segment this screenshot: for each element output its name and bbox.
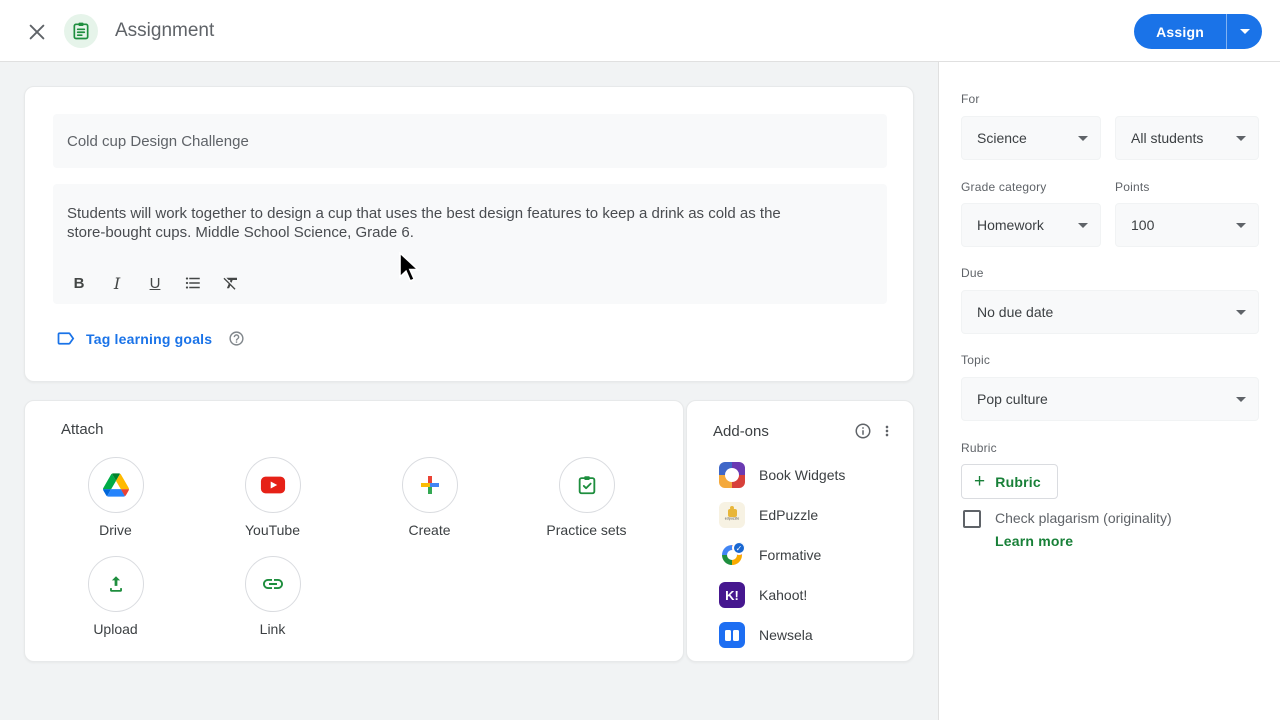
learn-more-link[interactable]: Learn more [995,533,1073,549]
chevron-down-icon [1236,136,1246,141]
attach-grid: Drive YouTube Create Practice sets Uploa… [37,449,673,647]
topic-label: Topic [961,353,991,367]
edpuzzle-icon: edpuzzle [719,502,745,528]
points-label: Points [1115,180,1150,194]
help-icon[interactable] [228,330,245,347]
format-toolbar: B I U [67,271,243,295]
attach-practice-sets-button[interactable]: Practice sets [508,449,665,538]
chevron-down-icon [1078,136,1088,141]
due-date-select[interactable]: No due date [961,290,1259,334]
title-input[interactable]: Cold cup Design Challenge [53,114,887,168]
add-rubric-button[interactable]: + Rubric [961,464,1058,499]
youtube-icon [260,476,285,494]
chevron-down-icon [1236,223,1246,228]
attach-link-button[interactable]: Link [194,548,351,637]
grade-category-label: Grade category [961,180,1047,194]
chevron-down-icon [1236,310,1246,315]
italic-icon[interactable]: I [105,271,129,295]
description-text: Students will work together to design a … [67,205,781,241]
addon-formative[interactable]: ✓ Formative [687,535,913,575]
formative-icon: ✓ [719,542,745,568]
settings-sidebar: For Science All students Grade category … [938,62,1280,720]
for-label: For [961,92,980,106]
info-icon[interactable] [851,419,875,443]
attach-create-button[interactable]: Create [351,449,508,538]
attach-upload-button[interactable]: Upload [37,548,194,637]
upload-icon [109,576,122,592]
addon-book-widgets[interactable]: Book Widgets [687,455,913,495]
top-bar: Assignment Assign [0,0,1280,62]
points-select[interactable]: 100 [1115,203,1259,247]
attach-label: Create [408,522,451,538]
chevron-down-icon [1236,397,1246,402]
plagiarism-label: Check plagarism (originality) [995,510,1172,526]
attach-label: Practice sets [546,522,627,538]
grade-category-select[interactable]: Homework [961,203,1101,247]
attach-label: Upload [93,621,138,637]
clear-formatting-icon[interactable] [219,271,243,295]
class-select[interactable]: Science [961,116,1101,160]
drive-icon [102,473,129,497]
underline-icon[interactable]: U [143,271,167,295]
due-label: Due [961,266,984,280]
bulleted-list-icon[interactable] [181,271,205,295]
attach-label: Link [259,621,286,637]
addon-kahoot[interactable]: K! Kahoot! [687,575,913,615]
topic-select[interactable]: Pop culture [961,377,1259,421]
chevron-down-icon [1239,29,1250,34]
assignment-type-badge [64,14,98,48]
newsela-icon [719,622,745,648]
assignment-form-card: Cold cup Design Challenge Students will … [24,86,914,382]
more-options-icon[interactable] [875,419,899,443]
addon-newsela[interactable]: Newsela [687,615,913,655]
link-icon [262,579,283,589]
book-widgets-icon [719,462,745,488]
create-plus-icon [420,476,439,494]
assignment-icon [73,22,89,40]
students-select[interactable]: All students [1115,116,1259,160]
chevron-down-icon [1078,223,1088,228]
rubric-label: Rubric [961,441,997,455]
attach-card: Attach Drive YouTube Create Practice set… [24,400,684,662]
plagiarism-checkbox[interactable] [963,510,981,528]
addons-list: Book Widgets edpuzzle EdPuzzle ✓ Formati… [687,455,913,655]
addons-title: Add-ons [713,422,769,440]
bold-icon[interactable]: B [67,271,91,295]
addons-card: Add-ons Book Widgets edpuzzle EdPuzzle ✓… [686,400,914,662]
close-icon[interactable] [26,21,48,43]
plus-icon: + [974,471,986,492]
description-input[interactable]: Students will work together to design a … [53,184,887,304]
addon-edpuzzle[interactable]: edpuzzle EdPuzzle [687,495,913,535]
practice-sets-icon [578,476,595,495]
page-title: Assignment [115,20,215,41]
assign-button[interactable]: Assign [1134,14,1226,49]
attach-drive-button[interactable]: Drive [37,449,194,538]
attach-label: Drive [99,522,132,538]
kahoot-icon: K! [719,582,745,608]
attach-label: YouTube [244,522,300,538]
tag-learning-goals-link[interactable]: Tag learning goals [86,331,212,347]
tag-learning-goals-row: Tag learning goals [55,328,245,349]
attach-title: Attach [61,421,104,438]
assign-dropdown-button[interactable] [1226,14,1262,49]
assign-split-button: Assign [1134,14,1262,49]
tag-icon [57,332,75,345]
attach-youtube-button[interactable]: YouTube [194,449,351,538]
